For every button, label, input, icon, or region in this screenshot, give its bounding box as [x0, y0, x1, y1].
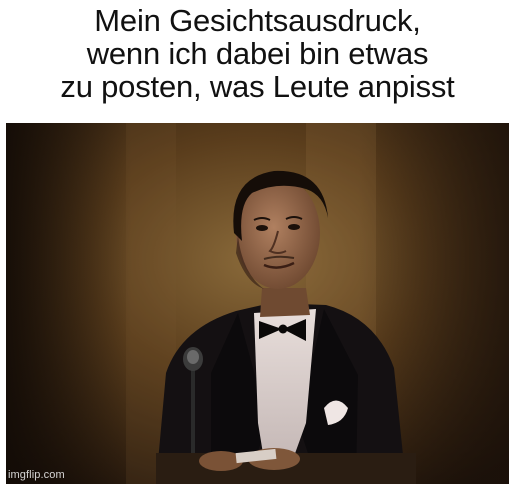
meme-photo: imgflip.com — [6, 123, 509, 484]
photo-illustration — [6, 123, 509, 484]
imgflip-watermark: imgflip.com — [8, 469, 65, 481]
meme-caption: Mein Gesichtsausdruck, wenn ich dabei bi… — [0, 4, 515, 103]
caption-line-2: wenn ich dabei bin etwas — [86, 36, 429, 71]
caption-line-1: Mein Gesichtsausdruck, — [94, 3, 421, 38]
caption-line-3: zu posten, was Leute anpisst — [60, 69, 455, 104]
meme-image: Mein Gesichtsausdruck, wenn ich dabei bi… — [0, 0, 515, 484]
